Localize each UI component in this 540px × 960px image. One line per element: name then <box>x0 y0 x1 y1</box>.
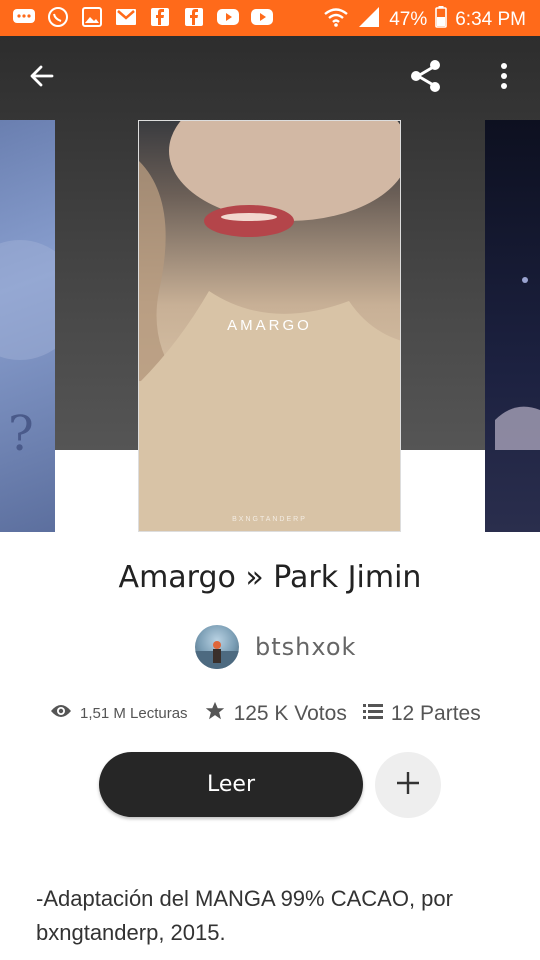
author-name[interactable]: btshxok <box>255 633 356 661</box>
description-line-1: -Adaptación del MANGA 99% CACAO, por <box>36 886 453 911</box>
reads-stat: 1,51 M Lecturas <box>50 703 188 724</box>
cover-title: AMARGO <box>227 317 312 334</box>
share-button[interactable] <box>404 56 448 100</box>
arrow-left-icon <box>28 62 56 95</box>
wifi-icon <box>323 6 349 34</box>
add-to-library-button[interactable] <box>375 752 441 818</box>
story-cover[interactable]: AMARGO BXNGTANDERP <box>138 120 401 532</box>
youtube-icon <box>216 6 240 28</box>
list-icon <box>362 703 383 724</box>
next-story-cover[interactable] <box>485 120 540 532</box>
plus-icon <box>395 770 421 801</box>
back-button[interactable] <box>20 56 64 100</box>
avatar[interactable] <box>195 625 239 669</box>
previous-story-cover[interactable]: ? <box>0 120 55 532</box>
battery-percentage: 47% <box>389 9 428 30</box>
read-button-label: Leer <box>207 772 255 797</box>
clock: 6:34 PM <box>455 9 526 30</box>
share-icon <box>407 57 445 100</box>
votes-stat: 125 K Votos <box>204 700 347 727</box>
cover-credit: BXNGTANDERP <box>232 516 307 523</box>
battery-icon <box>435 6 448 34</box>
facebook-icon-2 <box>182 6 206 28</box>
story-title: Amargo » Park Jimin <box>118 560 422 595</box>
signal-icon <box>357 6 381 34</box>
author-link[interactable]: btshxok <box>195 625 356 669</box>
gmail-icon <box>114 6 138 28</box>
description-line-2: bxngtanderp, 2015. <box>36 920 226 945</box>
notification-icons <box>12 6 274 28</box>
facebook-icon <box>148 6 172 28</box>
reads-count: 1,51 M Lecturas <box>80 705 188 722</box>
story-description: -Adaptación del MANGA 99% CACAO, por bxn… <box>36 882 506 950</box>
star-icon <box>204 700 226 727</box>
messages-icon <box>12 6 36 28</box>
svg-text:?: ? <box>8 406 34 462</box>
gallery-icon <box>80 6 104 28</box>
parts-count: 12 Partes <box>390 701 481 725</box>
read-button[interactable]: Leer <box>99 752 363 817</box>
votes-count: 125 K Votos <box>233 701 347 725</box>
story-stats: 1,51 M Lecturas 125 K Votos 12 Partes <box>50 700 481 727</box>
status-bar: 47% 6:34 PM <box>0 0 540 36</box>
whatsapp-icon <box>46 6 70 28</box>
system-status: 47% 6:34 PM <box>323 6 526 34</box>
eye-icon <box>50 703 72 724</box>
parts-stat: 12 Partes <box>362 701 481 726</box>
more-vertical-icon <box>500 62 508 95</box>
more-options-button[interactable] <box>482 56 526 100</box>
youtube-icon-2 <box>250 6 274 28</box>
